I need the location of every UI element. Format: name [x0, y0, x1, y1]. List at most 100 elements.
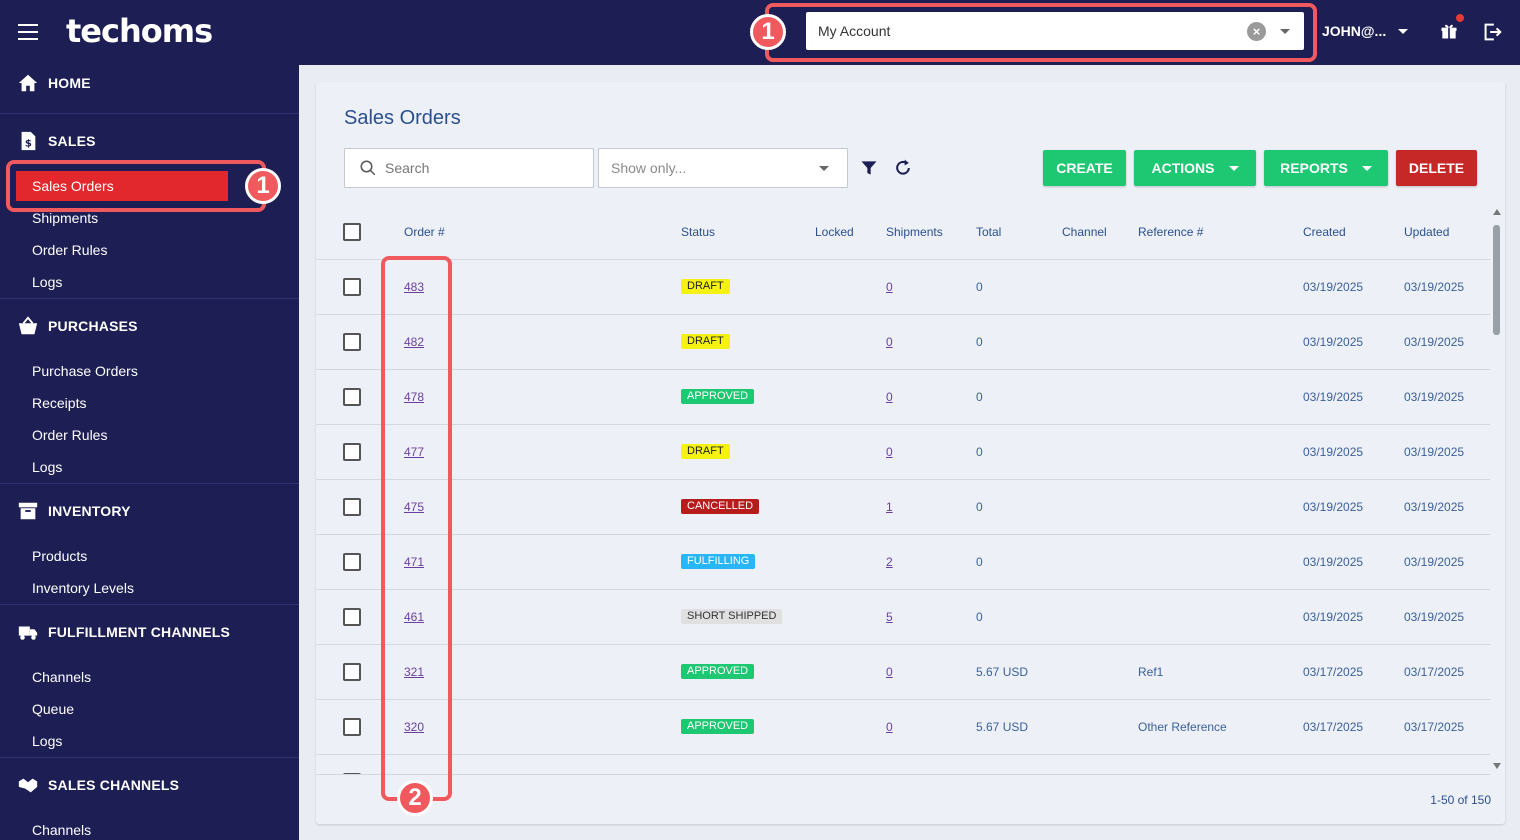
order-created-date: 03/19/2025	[1303, 610, 1364, 624]
table-row[interactable]: 475 1 0 03/19/2025 03/19/2025 CANCELLED	[316, 480, 1490, 535]
scroll-down-icon[interactable]	[1493, 763, 1501, 769]
column-header-reference[interactable]: Reference #	[1138, 225, 1203, 239]
reports-button[interactable]: REPORTS	[1264, 150, 1388, 186]
shipments-link[interactable]: 5	[886, 610, 893, 624]
column-header-locked[interactable]: Locked	[815, 225, 854, 239]
order-number-link[interactable]: 477	[404, 445, 424, 459]
sidebar-section-home[interactable]: HOME	[0, 72, 299, 94]
show-only-select[interactable]: Show only...	[598, 148, 848, 188]
shipments-link[interactable]: 0	[886, 665, 893, 679]
shipments-link[interactable]: 0	[886, 390, 893, 404]
column-header-updated[interactable]: Updated	[1404, 225, 1449, 239]
column-header-shipments[interactable]: Shipments	[886, 225, 943, 239]
table-row[interactable]	[316, 755, 1490, 774]
sidebar-section-fulfillment-channels[interactable]: FULFILLMENT CHANNELS	[0, 621, 299, 643]
table-row[interactable]: 320 0 5.67 USD Other Reference 03/17/2025 03/…	[316, 700, 1490, 755]
order-number-link[interactable]: 475	[404, 500, 424, 514]
search-icon	[360, 160, 376, 176]
row-checkbox[interactable]	[343, 278, 361, 296]
table-row[interactable]: 321 0 5.67 USD Ref1 03/17/2025 03/17/2025 APPR…	[316, 645, 1490, 700]
sidebar-item-purchase-orders[interactable]: Purchase Orders	[32, 363, 138, 379]
shipments-link[interactable]: 1	[886, 500, 893, 514]
scrollbar-thumb[interactable]	[1493, 225, 1500, 335]
clear-icon[interactable]: ×	[1247, 22, 1266, 41]
order-number-link[interactable]: 471	[404, 555, 424, 569]
sidebar-item-receipts[interactable]: Receipts	[32, 395, 86, 411]
filter-icon[interactable]	[859, 158, 879, 178]
table-row[interactable]: 471 2 0 03/19/2025 03/19/2025 FULFILLING	[316, 535, 1490, 590]
order-number-link[interactable]: 482	[404, 335, 424, 349]
app-logo[interactable]: techoms	[66, 12, 213, 50]
search-input[interactable]	[385, 157, 585, 179]
column-header-order[interactable]: Order #	[404, 225, 445, 239]
sidebar-section-inventory[interactable]: INVENTORY	[0, 500, 299, 522]
row-checkbox[interactable]	[343, 498, 361, 516]
sidebar-item-sales-orders[interactable]: Sales Orders	[16, 171, 228, 201]
row-checkbox[interactable]	[343, 443, 361, 461]
order-number-link[interactable]: 320	[404, 720, 424, 734]
table-row[interactable]: 477 0 0 03/19/2025 03/19/2025 DRAFT	[316, 425, 1490, 480]
row-checkbox[interactable]	[343, 718, 361, 736]
shipments-link[interactable]: 0	[886, 445, 893, 459]
order-number-link[interactable]: 461	[404, 610, 424, 624]
user-menu[interactable]: JOHN@...	[1322, 23, 1386, 39]
row-checkbox[interactable]	[343, 333, 361, 351]
page-title: Sales Orders	[344, 107, 461, 129]
sidebar-item-logs[interactable]: Logs	[32, 274, 62, 290]
sidebar-item-channels[interactable]: Channels	[32, 669, 91, 685]
menu-icon[interactable]	[18, 24, 38, 40]
sidebar-item-shipments[interactable]: Shipments	[32, 210, 98, 226]
search-box[interactable]	[344, 148, 594, 188]
refresh-icon[interactable]	[893, 158, 913, 178]
table-row[interactable]: 483 0 0 03/19/2025 03/19/2025 DRAFT	[316, 260, 1490, 315]
column-header-total[interactable]: Total	[976, 225, 1001, 239]
column-header-channel[interactable]: Channel	[1062, 225, 1107, 239]
order-number-link[interactable]: 478	[404, 390, 424, 404]
row-checkbox[interactable]	[343, 608, 361, 626]
shipments-link[interactable]: 0	[886, 335, 893, 349]
order-number-link[interactable]: 483	[404, 280, 424, 294]
sidebar-item-queue[interactable]: Queue	[32, 701, 74, 717]
status-badge: SHORT SHIPPED	[681, 609, 783, 624]
sidebar-section-purchases[interactable]: PURCHASES	[0, 315, 299, 337]
select-all-checkbox[interactable]	[343, 223, 361, 241]
sidebar-section-sales-channels[interactable]: SALES CHANNELS	[0, 774, 299, 796]
gift-icon[interactable]	[1439, 21, 1459, 41]
table-row[interactable]: 482 0 0 03/19/2025 03/19/2025 DRAFT	[316, 315, 1490, 370]
delete-button[interactable]: DELETE	[1396, 150, 1477, 186]
sidebar-item-channels[interactable]: Channels	[32, 822, 91, 838]
column-header-created[interactable]: Created	[1303, 225, 1346, 239]
shipments-link[interactable]: 0	[886, 280, 893, 294]
table-row[interactable]: 478 0 0 03/19/2025 03/19/2025 APPROVED	[316, 370, 1490, 425]
order-total: 0	[976, 445, 983, 459]
user-menu-chevron-icon[interactable]	[1398, 29, 1408, 34]
chevron-down-icon[interactable]	[1280, 29, 1290, 34]
actions-button[interactable]: ACTIONS	[1134, 150, 1256, 186]
order-updated-date: 03/19/2025	[1404, 335, 1465, 349]
sidebar-section-sales[interactable]: $ SALES	[0, 130, 299, 152]
shipments-link[interactable]: 0	[886, 720, 893, 734]
sidebar-item-order-rules[interactable]: Order Rules	[32, 242, 107, 258]
sidebar-section-label: INVENTORY	[48, 503, 131, 519]
account-select[interactable]: My Account ×	[806, 12, 1304, 50]
sidebar-item-logs[interactable]: Logs	[32, 459, 62, 475]
sidebar-item-logs[interactable]: Logs	[32, 733, 62, 749]
row-checkbox[interactable]	[343, 553, 361, 571]
row-checkbox[interactable]	[343, 663, 361, 681]
order-created-date: 03/19/2025	[1303, 280, 1364, 294]
shipments-link[interactable]: 2	[886, 555, 893, 569]
table-row[interactable]: 461 5 0 03/19/2025 03/19/2025 SHORT SHIPPED	[316, 590, 1490, 645]
logout-icon[interactable]	[1481, 21, 1503, 43]
annotation-badge: 1	[245, 168, 281, 204]
scroll-up-icon[interactable]	[1493, 209, 1501, 215]
order-total: 0	[976, 280, 983, 294]
create-button[interactable]: CREATE	[1043, 150, 1126, 186]
sidebar-item-order-rules[interactable]: Order Rules	[32, 427, 107, 443]
row-checkbox[interactable]	[343, 388, 361, 406]
sidebar-item-inventory-levels[interactable]: Inventory Levels	[32, 580, 134, 596]
column-header-status[interactable]: Status	[681, 225, 715, 239]
order-number-link[interactable]: 321	[404, 665, 424, 679]
order-total: 0	[976, 500, 983, 514]
sidebar-item-products[interactable]: Products	[32, 548, 87, 564]
order-total: 0	[976, 610, 983, 624]
